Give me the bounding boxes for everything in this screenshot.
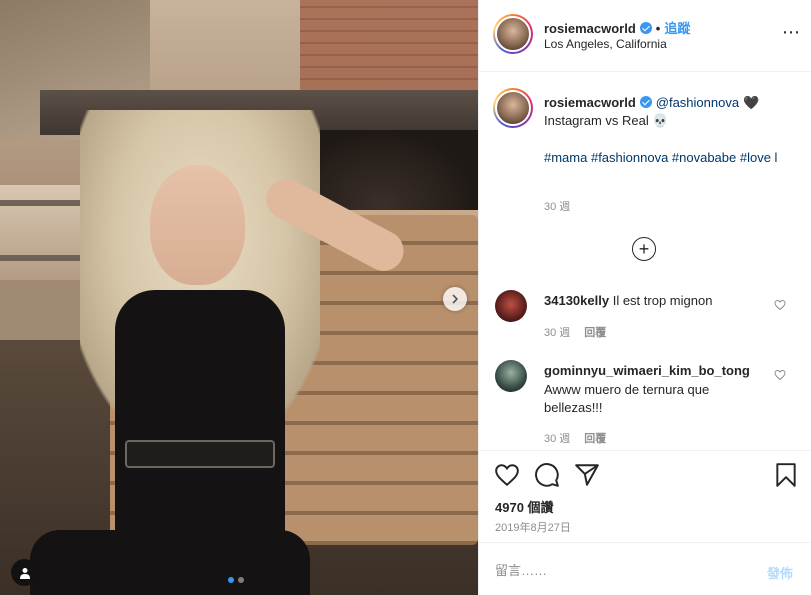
comment-like-heart-icon[interactable] (774, 299, 786, 311)
next-slide-button[interactable] (443, 287, 467, 311)
follow-button[interactable]: 追蹤 (664, 21, 690, 36)
photo-legs (30, 530, 310, 595)
caption-time: 30 週 (544, 201, 571, 213)
post-actions: 4970 個讚 2019年8月27日 (479, 450, 811, 542)
comment-bubble-icon[interactable] (534, 462, 560, 488)
add-comment-bar: 發佈 (479, 542, 811, 595)
user-icon (19, 567, 30, 579)
caption-mention-link[interactable]: @fashionnova (656, 95, 739, 110)
carousel-indicator (228, 577, 244, 583)
verified-icon (639, 22, 652, 34)
caption-header: rosiemacworld @fashionnova 🖤 (544, 95, 759, 111)
post-photo[interactable] (0, 0, 478, 595)
comment-text: Awww muero de ternura que bellezas!!! (544, 382, 710, 415)
separator-dot: • (655, 21, 661, 36)
author-username[interactable]: rosiemacworld (544, 21, 636, 36)
post-header: rosiemacworld • 追蹤 Los Angeles, California… (479, 0, 811, 72)
caption-avatar[interactable] (493, 88, 533, 128)
post-sidebar: rosiemacworld • 追蹤 Los Angeles, California… (478, 0, 811, 595)
author-avatar[interactable] (493, 14, 533, 54)
caption-username[interactable]: rosiemacworld (544, 95, 636, 110)
reply-button[interactable]: 回覆 (584, 433, 606, 445)
comment-text: Il est trop mignon (612, 293, 713, 308)
like-count[interactable]: 4970 個讚 (495, 497, 554, 516)
comment-username[interactable]: 34130kelly (544, 293, 609, 308)
verified-icon (639, 96, 652, 108)
photo-person (30, 110, 411, 595)
comment-meta: 30 週 回覆 (544, 324, 620, 340)
share-paper-plane-icon[interactable] (574, 462, 600, 488)
comment-row: 34130kelly Il est trop mignon (544, 293, 712, 308)
carousel-dot (238, 577, 244, 583)
caption-hashtags[interactable]: #mama #fashionnova #novababe #love l (544, 149, 784, 167)
post-location[interactable]: Los Angeles, California (544, 37, 667, 51)
comment-avatar[interactable] (495, 360, 527, 392)
chevron-right-icon (452, 294, 459, 304)
post-comment-button[interactable]: 發佈 (767, 563, 793, 582)
photo-face (150, 165, 245, 285)
comment-username[interactable]: gominnyu_wimaeri_kim_bo_tong (544, 363, 750, 378)
black-heart-emoji: 🖤 (743, 95, 760, 110)
author-username-row: rosiemacworld • 追蹤 (544, 18, 690, 37)
like-heart-icon[interactable] (494, 462, 520, 488)
comment-time: 30 週 (544, 433, 571, 445)
load-more-comments-button[interactable]: + (632, 237, 656, 261)
photo-belt (125, 440, 275, 468)
user-tags-button[interactable] (11, 559, 38, 586)
bookmark-icon[interactable] (773, 462, 799, 488)
comment-avatar[interactable] (495, 290, 527, 322)
reply-button[interactable]: 回覆 (584, 327, 606, 339)
carousel-dot-active (228, 577, 234, 583)
comment-meta: 30 週 回覆 (544, 430, 620, 446)
plus-icon: + (638, 239, 650, 259)
comment-like-heart-icon[interactable] (774, 369, 786, 381)
caption-text: Instagram vs Real 💀 (544, 113, 669, 128)
comment-input[interactable] (495, 563, 745, 578)
instagram-post-view: rosiemacworld • 追蹤 Los Angeles, California… (0, 0, 811, 595)
post-date: 2019年8月27日 (495, 522, 571, 534)
more-options-icon[interactable]: ⋯ (782, 22, 801, 43)
comment-time: 30 週 (544, 327, 571, 339)
photo-brick-wall (300, 0, 478, 90)
